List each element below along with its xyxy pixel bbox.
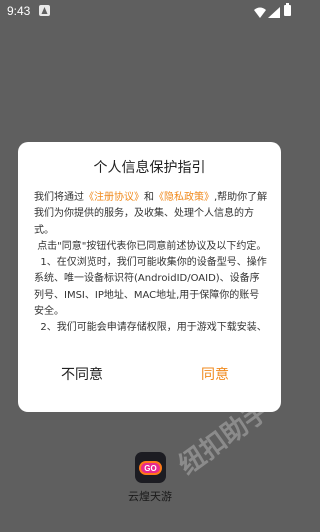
app-icon-text: GO	[144, 464, 156, 473]
intro-and: 和	[144, 192, 154, 203]
dialog-body[interactable]: 我们将通过《注册协议》和《隐私政策》,帮助你了解我们为你提供的服务，及收集、处理…	[34, 190, 268, 334]
disagree-button[interactable]: 不同意	[61, 364, 103, 384]
privacy-dialog: 个人信息保护指引 我们将通过《注册协议》和《隐私政策》,帮助你了解我们为你提供的…	[18, 142, 281, 412]
dialog-paragraph-consent: 点击"同意"按钮代表你已同意前述协议及以下约定。	[34, 239, 268, 255]
consent-text: 点击"同意"按钮代表你已同意前述协议及以下约定。	[37, 240, 267, 252]
battery-icon	[284, 3, 291, 16]
register-agreement-link[interactable]: 《注册协议》	[84, 192, 144, 203]
privacy-policy-link[interactable]: 《隐私政策》	[154, 192, 214, 203]
dialog-paragraph-item1: 1、在仅浏览时，我们可能收集你的设备型号、操作系统、唯一设备标识符(Androi…	[34, 255, 268, 320]
app-name: 云煌天游	[128, 490, 172, 503]
dialog-paragraph-item2: 2、我们可能会申请存储权限，用于游戏下载安装、缓存及删除游戏、更换头像。	[34, 320, 268, 334]
status-time: 9:43	[7, 4, 31, 18]
notification-icon	[39, 5, 50, 16]
item1-text: 1、在仅浏览时，我们可能收集你的设备型号、操作系统、唯一设备标识符(Androi…	[34, 257, 267, 318]
intro-prefix: 我们将通过	[34, 192, 84, 203]
agree-button[interactable]: 同意	[201, 364, 229, 384]
status-bar: 9:43	[0, 0, 300, 22]
dialog-title: 个人信息保护指引	[93, 160, 206, 176]
wifi-icon	[254, 5, 266, 23]
signal-icon	[268, 5, 280, 23]
dialog-paragraph-intro: 我们将通过《注册协议》和《隐私政策》,帮助你了解我们为你提供的服务，及收集、处理…	[34, 190, 268, 239]
app-icon[interactable]: GO	[135, 452, 166, 483]
item2-text: 2、我们可能会申请存储权限，用于游戏下载安装、缓存及删除游戏、更换头像。	[40, 322, 267, 334]
